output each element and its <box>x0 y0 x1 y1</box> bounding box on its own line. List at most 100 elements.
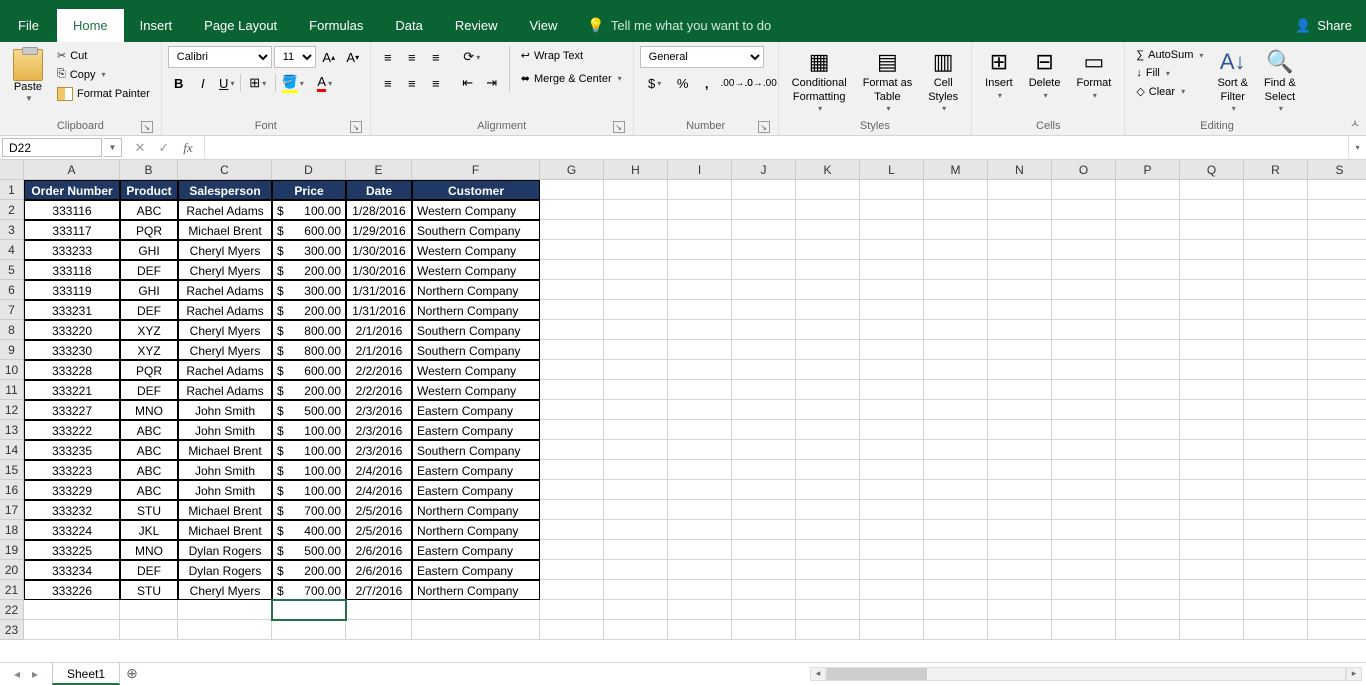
cell[interactable] <box>1116 280 1180 300</box>
data-cell[interactable]: 333227 <box>24 400 120 420</box>
data-cell[interactable]: 333220 <box>24 320 120 340</box>
cell[interactable] <box>1116 240 1180 260</box>
cell[interactable] <box>1308 440 1366 460</box>
tab-file[interactable]: File <box>0 9 57 42</box>
data-cell[interactable]: Northern Company <box>412 300 540 320</box>
cell[interactable] <box>1052 380 1116 400</box>
orientation-button[interactable]: ⟳▾ <box>457 46 487 68</box>
cell[interactable] <box>1116 540 1180 560</box>
cell[interactable] <box>346 600 412 620</box>
cell[interactable] <box>1244 540 1308 560</box>
cell[interactable] <box>732 180 796 200</box>
row-header-7[interactable]: 7 <box>0 300 24 320</box>
cell[interactable] <box>860 300 924 320</box>
cell[interactable] <box>988 240 1052 260</box>
cell[interactable] <box>1308 340 1366 360</box>
row-header-17[interactable]: 17 <box>0 500 24 520</box>
name-box-dropdown[interactable]: ▼ <box>104 138 122 157</box>
cell[interactable] <box>796 180 860 200</box>
cell[interactable] <box>540 580 604 600</box>
cell[interactable] <box>1052 240 1116 260</box>
data-cell[interactable]: Eastern Company <box>412 560 540 580</box>
cell[interactable] <box>1308 200 1366 220</box>
cell[interactable] <box>668 480 732 500</box>
data-cell[interactable]: $ 200.00 <box>272 380 346 400</box>
cell[interactable] <box>540 200 604 220</box>
cell[interactable] <box>1244 520 1308 540</box>
cell[interactable] <box>668 460 732 480</box>
data-cell[interactable]: PQR <box>120 360 178 380</box>
formula-accept-button[interactable]: ✓ <box>152 140 176 156</box>
cell[interactable] <box>988 400 1052 420</box>
data-cell[interactable]: 333117 <box>24 220 120 240</box>
cell[interactable] <box>604 480 668 500</box>
cell[interactable] <box>668 260 732 280</box>
data-cell[interactable]: Eastern Company <box>412 420 540 440</box>
cell[interactable] <box>732 400 796 420</box>
sheet-tab-sheet1[interactable]: Sheet1 <box>52 663 120 685</box>
column-header-C[interactable]: C <box>178 160 272 180</box>
data-cell[interactable]: DEF <box>120 260 178 280</box>
cell[interactable] <box>120 620 178 640</box>
data-cell[interactable]: 333234 <box>24 560 120 580</box>
cell[interactable] <box>540 540 604 560</box>
cell[interactable] <box>796 240 860 260</box>
cell[interactable] <box>860 500 924 520</box>
cell[interactable] <box>1244 300 1308 320</box>
cell[interactable] <box>1052 580 1116 600</box>
cell[interactable] <box>1244 360 1308 380</box>
cell[interactable] <box>1116 480 1180 500</box>
number-dialog-launcher[interactable]: ↘ <box>758 121 770 133</box>
decrease-decimal-button[interactable]: .0→.00 <box>750 72 772 94</box>
merge-center-button[interactable]: ⬌Merge & Center▾ <box>516 69 627 88</box>
column-header-O[interactable]: O <box>1052 160 1116 180</box>
cell[interactable] <box>860 280 924 300</box>
column-header-Q[interactable]: Q <box>1180 160 1244 180</box>
cell[interactable] <box>1180 460 1244 480</box>
data-cell[interactable]: $ 600.00 <box>272 220 346 240</box>
conditional-formatting-button[interactable]: ▦Conditional Formatting▾ <box>785 46 854 116</box>
cell[interactable] <box>860 620 924 640</box>
data-cell[interactable]: Michael Brent <box>178 520 272 540</box>
cell[interactable] <box>1116 580 1180 600</box>
cell[interactable] <box>540 180 604 200</box>
cell[interactable] <box>1052 200 1116 220</box>
cell[interactable] <box>1244 560 1308 580</box>
cell[interactable] <box>988 420 1052 440</box>
cell[interactable] <box>1180 380 1244 400</box>
cell[interactable] <box>1116 300 1180 320</box>
cell[interactable] <box>604 500 668 520</box>
cell[interactable] <box>1116 560 1180 580</box>
cell[interactable] <box>1180 580 1244 600</box>
cell[interactable] <box>540 620 604 640</box>
cell[interactable] <box>924 620 988 640</box>
cell[interactable] <box>178 620 272 640</box>
data-cell[interactable]: 1/29/2016 <box>346 220 412 240</box>
data-cell[interactable]: 1/30/2016 <box>346 240 412 260</box>
cell[interactable] <box>732 580 796 600</box>
cell[interactable] <box>1244 180 1308 200</box>
cell[interactable] <box>1180 320 1244 340</box>
cell[interactable] <box>732 540 796 560</box>
tab-review[interactable]: Review <box>439 9 514 42</box>
cell[interactable] <box>540 380 604 400</box>
table-header-cell[interactable]: Date <box>346 180 412 200</box>
cell[interactable] <box>668 280 732 300</box>
cell[interactable] <box>732 360 796 380</box>
cell[interactable] <box>860 400 924 420</box>
data-cell[interactable]: $ 400.00 <box>272 520 346 540</box>
increase-font-button[interactable]: A▴ <box>318 46 340 68</box>
data-cell[interactable]: 2/4/2016 <box>346 460 412 480</box>
cell[interactable] <box>1180 500 1244 520</box>
italic-button[interactable]: I <box>192 72 214 94</box>
cell[interactable] <box>796 500 860 520</box>
cell[interactable] <box>1308 520 1366 540</box>
data-cell[interactable]: $ 500.00 <box>272 400 346 420</box>
data-cell[interactable]: Western Company <box>412 360 540 380</box>
tell-me-search[interactable]: 💡 Tell me what you want to do <box>573 9 785 42</box>
cell[interactable] <box>1052 280 1116 300</box>
cell[interactable] <box>924 500 988 520</box>
cell[interactable] <box>1052 260 1116 280</box>
share-button[interactable]: 👤 Share <box>1281 9 1366 42</box>
row-header-21[interactable]: 21 <box>0 580 24 600</box>
